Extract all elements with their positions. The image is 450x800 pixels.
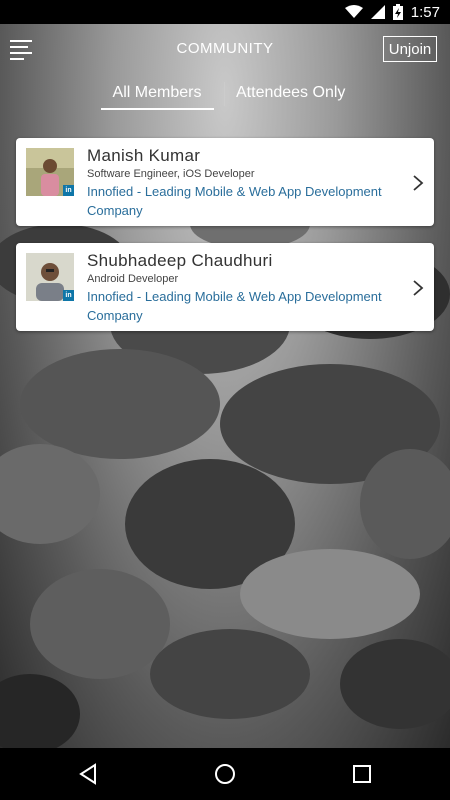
chevron-right-icon bbox=[413, 280, 424, 296]
status-icons: 1:57 bbox=[344, 3, 440, 21]
wifi-icon bbox=[344, 5, 363, 18]
app-header: COMMUNITY Unjoin bbox=[0, 24, 450, 74]
clock: 1:57 bbox=[410, 3, 440, 21]
member-filter-tabs: All Members Attendees Only bbox=[0, 78, 450, 114]
member-name: Shubhadeep Chaudhuri bbox=[87, 251, 273, 270]
tab-separator bbox=[224, 82, 225, 106]
chevron-right-icon bbox=[413, 175, 424, 191]
unjoin-button[interactable]: Unjoin bbox=[383, 36, 437, 62]
tab-all-members[interactable]: All Members bbox=[101, 84, 213, 102]
member-name: Manish Kumar bbox=[87, 146, 201, 165]
linkedin-icon: in bbox=[63, 185, 74, 196]
back-icon[interactable] bbox=[76, 762, 100, 786]
background-image bbox=[0, 24, 450, 748]
pebbles-illustration bbox=[0, 199, 450, 748]
recents-icon[interactable] bbox=[350, 762, 374, 786]
member-role: Software Engineer, iOS Developer bbox=[87, 168, 255, 180]
member-company: Innofied - Leading Mobile & Web App Deve… bbox=[87, 289, 382, 323]
member-role: Android Developer bbox=[87, 273, 179, 285]
signal-icon bbox=[370, 5, 385, 19]
member-card[interactable]: in Manish Kumar Software Engineer, iOS D… bbox=[16, 138, 434, 226]
home-icon[interactable] bbox=[213, 762, 237, 786]
avatar: in bbox=[26, 148, 74, 196]
tab-attendees-only[interactable]: Attendees Only bbox=[236, 84, 345, 102]
system-nav-bar bbox=[0, 748, 450, 800]
avatar: in bbox=[26, 253, 74, 301]
member-company: Innofied - Leading Mobile & Web App Deve… bbox=[87, 184, 382, 218]
member-card[interactable]: in Shubhadeep Chaudhuri Android Develope… bbox=[16, 243, 434, 331]
battery-icon bbox=[392, 4, 403, 20]
linkedin-icon: in bbox=[63, 290, 74, 301]
active-tab-indicator bbox=[101, 108, 214, 110]
status-bar: 1:57 bbox=[0, 0, 450, 24]
